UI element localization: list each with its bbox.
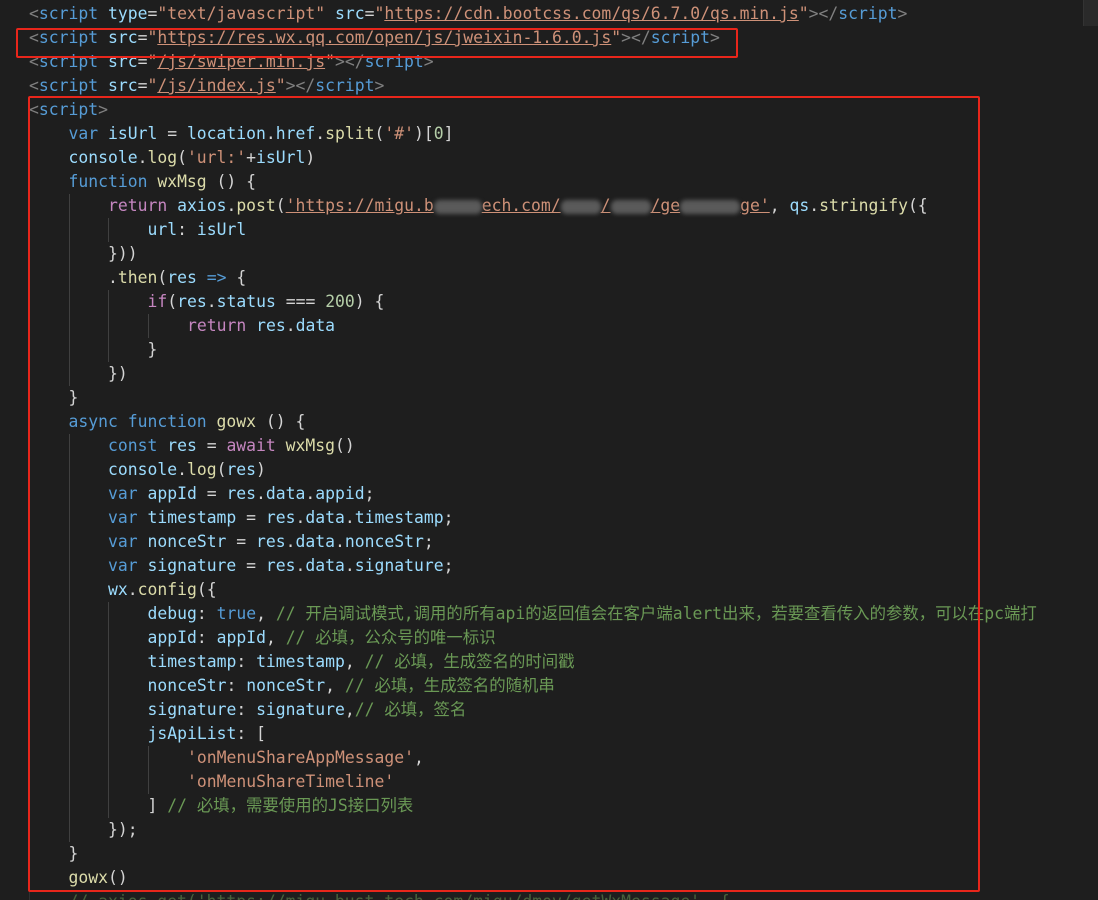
- code-line: wx.config({: [29, 578, 1098, 602]
- code-line: })): [29, 242, 1098, 266]
- code-line: appId: appId, // 必填，公众号的唯一标识: [29, 626, 1098, 650]
- code-line: }: [29, 386, 1098, 410]
- code-line: gowx(): [29, 866, 1098, 890]
- code-line: async function gowx () {: [29, 410, 1098, 434]
- redacted-blur: [560, 199, 601, 214]
- code-line: .then(res => {: [29, 266, 1098, 290]
- code-line: var nonceStr = res.data.nonceStr;: [29, 530, 1098, 554]
- code-line: var appId = res.data.appid;: [29, 482, 1098, 506]
- code-comment: // 必填，公众号的唯一标识: [285, 628, 496, 647]
- code-line: <script src="/js/index.js"></script>: [29, 76, 385, 95]
- redacted-blur: [433, 199, 482, 214]
- code-line: <script>: [29, 100, 108, 119]
- code-comment: // 必填，生成签名的时间戳: [364, 652, 575, 671]
- code-line: nonceStr: nonceStr, // 必填，生成签名的随机串: [29, 674, 1098, 698]
- code-line: <script src="/js/swiper.min.js"></script…: [29, 52, 434, 71]
- code-line: }: [29, 338, 1098, 362]
- code-line: // axios.get('https://migu.bust-tech.com…: [29, 890, 1098, 900]
- code-line: var timestamp = res.data.timestamp;: [29, 506, 1098, 530]
- code-line: signature: signature,// 必填，签名: [29, 698, 1098, 722]
- code-area[interactable]: <script type="text/javascript" src="http…: [29, 2, 1098, 900]
- script-src-link[interactable]: https://res.wx.qq.com/open/js/jweixin-1.…: [157, 28, 611, 47]
- code-line: const res = await wxMsg(): [29, 434, 1098, 458]
- code-line: function wxMsg () {: [29, 170, 1098, 194]
- code-line: console.log('url:'+isUrl): [29, 146, 1098, 170]
- code-comment: // axios.get('https://migu.bust-tech.com…: [69, 892, 730, 900]
- code-line: console.log(res): [29, 458, 1098, 482]
- code-line: });: [29, 818, 1098, 842]
- code-line: 'onMenuShareTimeline': [29, 770, 1098, 794]
- code-editor[interactable]: <script type="text/javascript" src="http…: [0, 0, 1098, 900]
- code-line: timestamp: timestamp, // 必填，生成签名的时间戳: [29, 650, 1098, 674]
- script-src-link[interactable]: /js/swiper.min.js: [157, 52, 325, 71]
- code-comment: // 必填，需要使用的JS接口列表: [167, 796, 414, 815]
- code-line: jsApiList: [: [29, 722, 1098, 746]
- code-comment: // 必填，生成签名的随机串: [344, 676, 555, 695]
- code-line: return res.data: [29, 314, 1098, 338]
- code-line: if(res.status === 200) {: [29, 290, 1098, 314]
- code-line: debug: true, // 开启调试模式,调用的所有api的返回值会在客户端…: [29, 602, 1098, 626]
- code-line: url: isUrl: [29, 218, 1098, 242]
- code-line: var signature = res.data.signature;: [29, 554, 1098, 578]
- code-line: var isUrl = location.href.split('#')[0]: [29, 122, 1098, 146]
- code-comment: // 必填，签名: [354, 700, 467, 719]
- code-line: <script type="text/javascript" src="http…: [29, 4, 908, 23]
- script-src-link[interactable]: https://cdn.bootcss.com/qs/6.7.0/qs.min.…: [384, 4, 798, 23]
- code-line: <script src="https://res.wx.qq.com/open/…: [29, 28, 720, 47]
- code-comment: // 开启调试模式,调用的所有api的返回值会在客户端alert出来，若要查看传…: [275, 604, 1037, 623]
- code-line: }: [29, 842, 1098, 866]
- code-line: 'onMenuShareAppMessage',: [29, 746, 1098, 770]
- redacted-blur: [680, 199, 741, 214]
- code-line: }): [29, 362, 1098, 386]
- script-src-link[interactable]: /js/index.js: [157, 76, 275, 95]
- code-line: ] // 必填，需要使用的JS接口列表: [29, 794, 1098, 818]
- redacted-blur: [610, 199, 651, 214]
- code-line: return axios.post('https://migu.b ech.com…: [29, 194, 1098, 218]
